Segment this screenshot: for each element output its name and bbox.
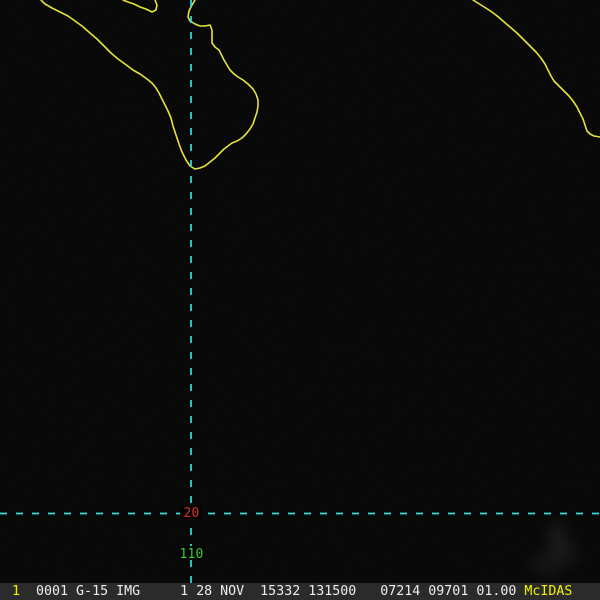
cursor-y-label: 110 [180,547,204,562]
status-bar: 1 0001 G-15 IMG 1 28 NOV 15332 131500 07… [0,583,600,600]
sensor-noise-overlay [0,0,600,583]
cursor-y-label-group: 110 [176,546,205,562]
mcidas-display-window: 20 110 1 0001 G-15 IMG 1 28 NOV 15332 13… [0,0,600,600]
mcidas-brand-label: McIDAS [524,584,573,599]
frame-number[interactable]: 1 [12,584,20,599]
satellite-image-canvas[interactable]: 20 110 [0,0,600,583]
cursor-x-label: 20 [184,506,200,521]
image-info-text: 0001 G-15 IMG 1 28 NOV 15332 131500 0721… [20,584,525,599]
cursor-x-label-group: 20 [180,506,202,521]
